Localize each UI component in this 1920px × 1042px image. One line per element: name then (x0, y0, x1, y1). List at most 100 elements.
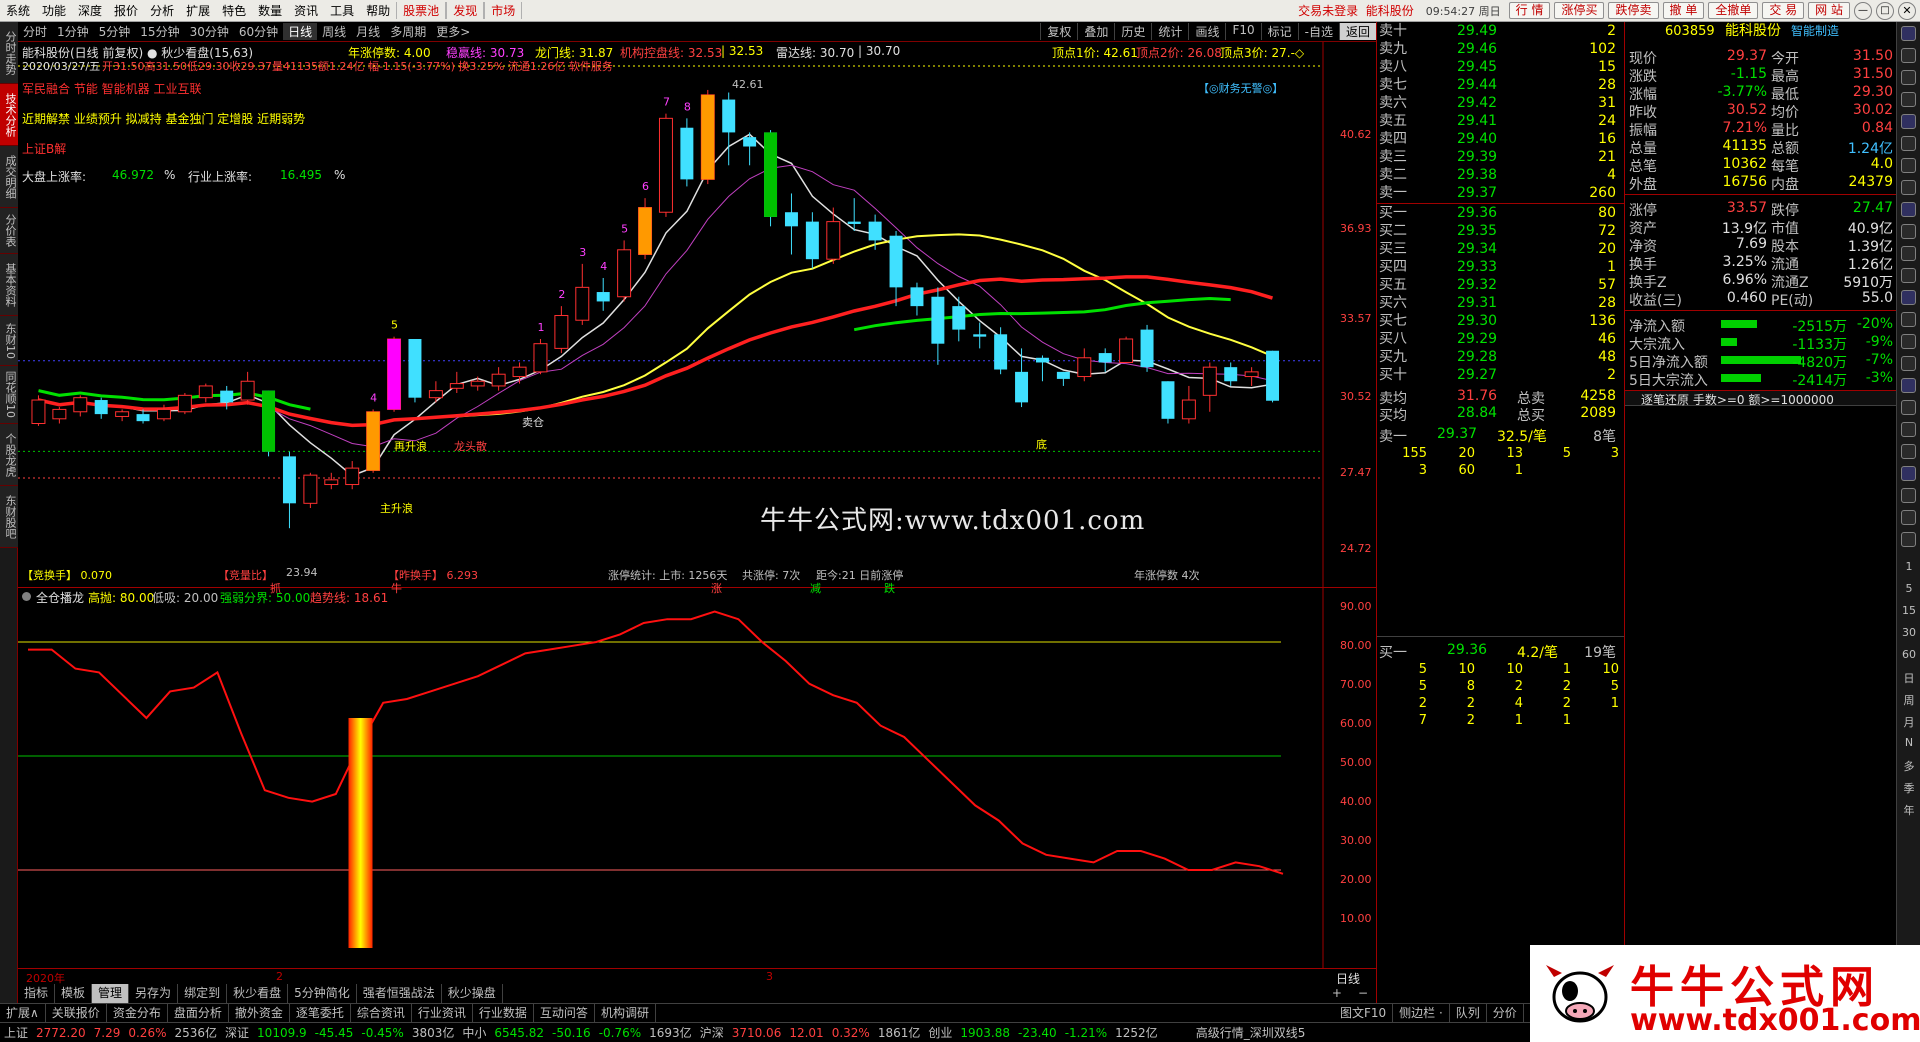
tab-strong-strategy[interactable]: 强者恒强战法 (357, 984, 442, 1003)
tab-extend[interactable]: 扩展∧ (0, 1004, 46, 1022)
period-quick-6[interactable]: 周 (1897, 692, 1920, 708)
tab-bind[interactable]: 绑定到 (178, 984, 228, 1003)
period-quick-7[interactable]: 月 (1897, 714, 1920, 730)
period-quick-2[interactable]: 15 (1897, 604, 1920, 617)
period-quick-10[interactable]: 季 (1897, 780, 1920, 796)
sell-level-price[interactable]: 29.45 (1457, 60, 1497, 75)
period-intraday[interactable]: 分时 (18, 23, 52, 40)
settings-icon[interactable] (1901, 268, 1916, 283)
sell-level-price[interactable]: 29.46 (1457, 42, 1497, 57)
tools-icon[interactable] (1901, 466, 1916, 481)
tab-sidebar[interactable]: 侧边栏 · (1393, 1004, 1450, 1022)
period-60min[interactable]: 60分钟 (234, 23, 283, 40)
pin-icon[interactable] (1901, 356, 1916, 371)
table-icon[interactable] (1901, 158, 1916, 173)
menu-help[interactable]: 帮助 (360, 2, 396, 19)
tab-industry-data[interactable]: 行业数据 (473, 1004, 534, 1022)
refresh-icon[interactable] (1901, 202, 1916, 217)
idx-sme-name[interactable]: 中小 (458, 1024, 490, 1041)
period-quick-9[interactable]: 多 (1897, 758, 1920, 774)
tab-related-quote[interactable]: 关联报价 (46, 1004, 107, 1022)
idx-sh-name[interactable]: 上证 (0, 1024, 32, 1041)
sell-level-price[interactable]: 29.40 (1457, 132, 1497, 147)
pen-icon[interactable] (1901, 400, 1916, 415)
tab-template[interactable]: 模板 (55, 984, 93, 1003)
add-indicator-icon[interactable]: + (1324, 984, 1350, 1003)
maximize-icon[interactable]: □ (1876, 1, 1894, 20)
period-30min[interactable]: 30分钟 (185, 23, 234, 40)
buy-level-price[interactable]: 29.27 (1457, 368, 1497, 383)
tab-board-analysis[interactable]: 盘面分析 (168, 1004, 229, 1022)
period-weekly[interactable]: 周线 (317, 23, 351, 40)
period-quick-4[interactable]: 60 (1897, 648, 1920, 661)
lock-icon[interactable] (1901, 312, 1916, 327)
menu-market[interactable]: 市场 (484, 2, 523, 19)
menu-function[interactable]: 功能 (36, 2, 72, 19)
menu-system[interactable]: 系统 (0, 2, 36, 19)
sell-level-price[interactable]: 29.37 (1457, 186, 1497, 201)
period-5min[interactable]: 5分钟 (94, 23, 136, 40)
quote-button[interactable]: 行 情 (1508, 2, 1551, 19)
sell-level-price[interactable]: 29.42 (1457, 96, 1497, 111)
tab-intraday[interactable]: 分时走势 (0, 22, 18, 84)
tab-technical[interactable]: 技术分析 (0, 84, 18, 146)
star-icon[interactable] (1901, 224, 1916, 239)
limit-down-sell-button[interactable]: 跌停卖 (1608, 2, 1659, 19)
menu-stock-pool[interactable]: 股票池 (396, 2, 447, 19)
play-icon[interactable] (1901, 246, 1916, 261)
kline-chart[interactable]: 4512345678 能科股份(日线 前复权) ● 秋少看盘(15,63) 年涨… (18, 42, 1376, 595)
menu-data[interactable]: 数量 (252, 2, 288, 19)
history-button[interactable]: 历史 (1114, 23, 1151, 40)
menu-analysis[interactable]: 分析 (144, 2, 180, 19)
tab-indicator[interactable]: 指标 (18, 984, 56, 1003)
tab-qa[interactable]: 互动问答 (534, 1004, 595, 1022)
trade-button[interactable]: 交 易 (1762, 2, 1805, 19)
cancel-all-button[interactable]: 全撤单 (1708, 2, 1759, 19)
watchlist-button[interactable]: -自选 (1297, 23, 1339, 40)
period-quick-11[interactable]: 年 (1897, 802, 1920, 818)
user-icon[interactable] (1901, 180, 1916, 195)
back-button[interactable]: 返回 (1338, 23, 1376, 40)
sell-level-price[interactable]: 29.38 (1457, 168, 1497, 183)
buy-level-price[interactable]: 29.34 (1457, 242, 1497, 257)
chart-icon[interactable] (1901, 114, 1916, 129)
period-monthly[interactable]: 月线 (351, 23, 385, 40)
sell-level-price[interactable]: 29.39 (1457, 150, 1497, 165)
menu-discover[interactable]: 发现 (446, 2, 485, 19)
period-daily[interactable]: 日线 (283, 23, 318, 40)
indicator-chart[interactable]: 全仓播龙 高抛: 80.00 低吸: 20.00 强弱分界: 50.00 趋势线… (18, 588, 1376, 968)
limit-up-buy-button[interactable]: 涨停买 (1554, 2, 1605, 19)
mail-icon[interactable] (1901, 334, 1916, 349)
menu-info[interactable]: 资讯 (288, 2, 324, 19)
tab-eastmoney[interactable]: 东财10 (0, 316, 18, 366)
share-icon[interactable] (1901, 488, 1916, 503)
info-icon[interactable] (1901, 26, 1916, 41)
buy-level-price[interactable]: 29.36 (1457, 206, 1497, 221)
f10-button[interactable]: F10 (1225, 23, 1260, 40)
period-quick-1[interactable]: 5 (1897, 582, 1920, 595)
period-quick-8[interactable]: N (1897, 736, 1920, 749)
remove-indicator-icon[interactable]: − (1350, 984, 1376, 1003)
clock-icon[interactable] (1901, 510, 1916, 525)
menu-depth[interactable]: 深度 (72, 2, 108, 19)
buy-level-price[interactable]: 29.32 (1457, 278, 1497, 293)
calendar-icon[interactable] (1901, 136, 1916, 151)
tab-trade-detail[interactable]: 成交明细 (0, 146, 18, 208)
buy-level-price[interactable]: 29.33 (1457, 260, 1497, 275)
tab-dragon-tiger[interactable]: 个股龙虎 (0, 424, 18, 486)
menu-feature[interactable]: 特色 (216, 2, 252, 19)
period-quick-0[interactable]: 1 (1897, 560, 1920, 573)
overlay-button[interactable]: 叠加 (1077, 23, 1114, 40)
buy-level-price[interactable]: 29.30 (1457, 314, 1497, 329)
close-icon[interactable]: ✕ (1898, 1, 1916, 20)
window-icon[interactable] (1901, 48, 1916, 63)
tab-tick-order[interactable]: 逐笔委托 (290, 1004, 351, 1022)
tab-5min-simple[interactable]: 5分钟简化 (288, 984, 357, 1003)
tab-ths[interactable]: 同花顺10 (0, 366, 18, 424)
mark-button[interactable]: 标记 (1260, 23, 1298, 40)
flag-icon[interactable] (1901, 378, 1916, 393)
cancel-order-button[interactable]: 撤 单 (1662, 2, 1705, 19)
tab-industry-news[interactable]: 行业资讯 (412, 1004, 473, 1022)
minimize-icon[interactable]: — (1854, 1, 1872, 20)
search-icon[interactable] (1901, 290, 1916, 305)
